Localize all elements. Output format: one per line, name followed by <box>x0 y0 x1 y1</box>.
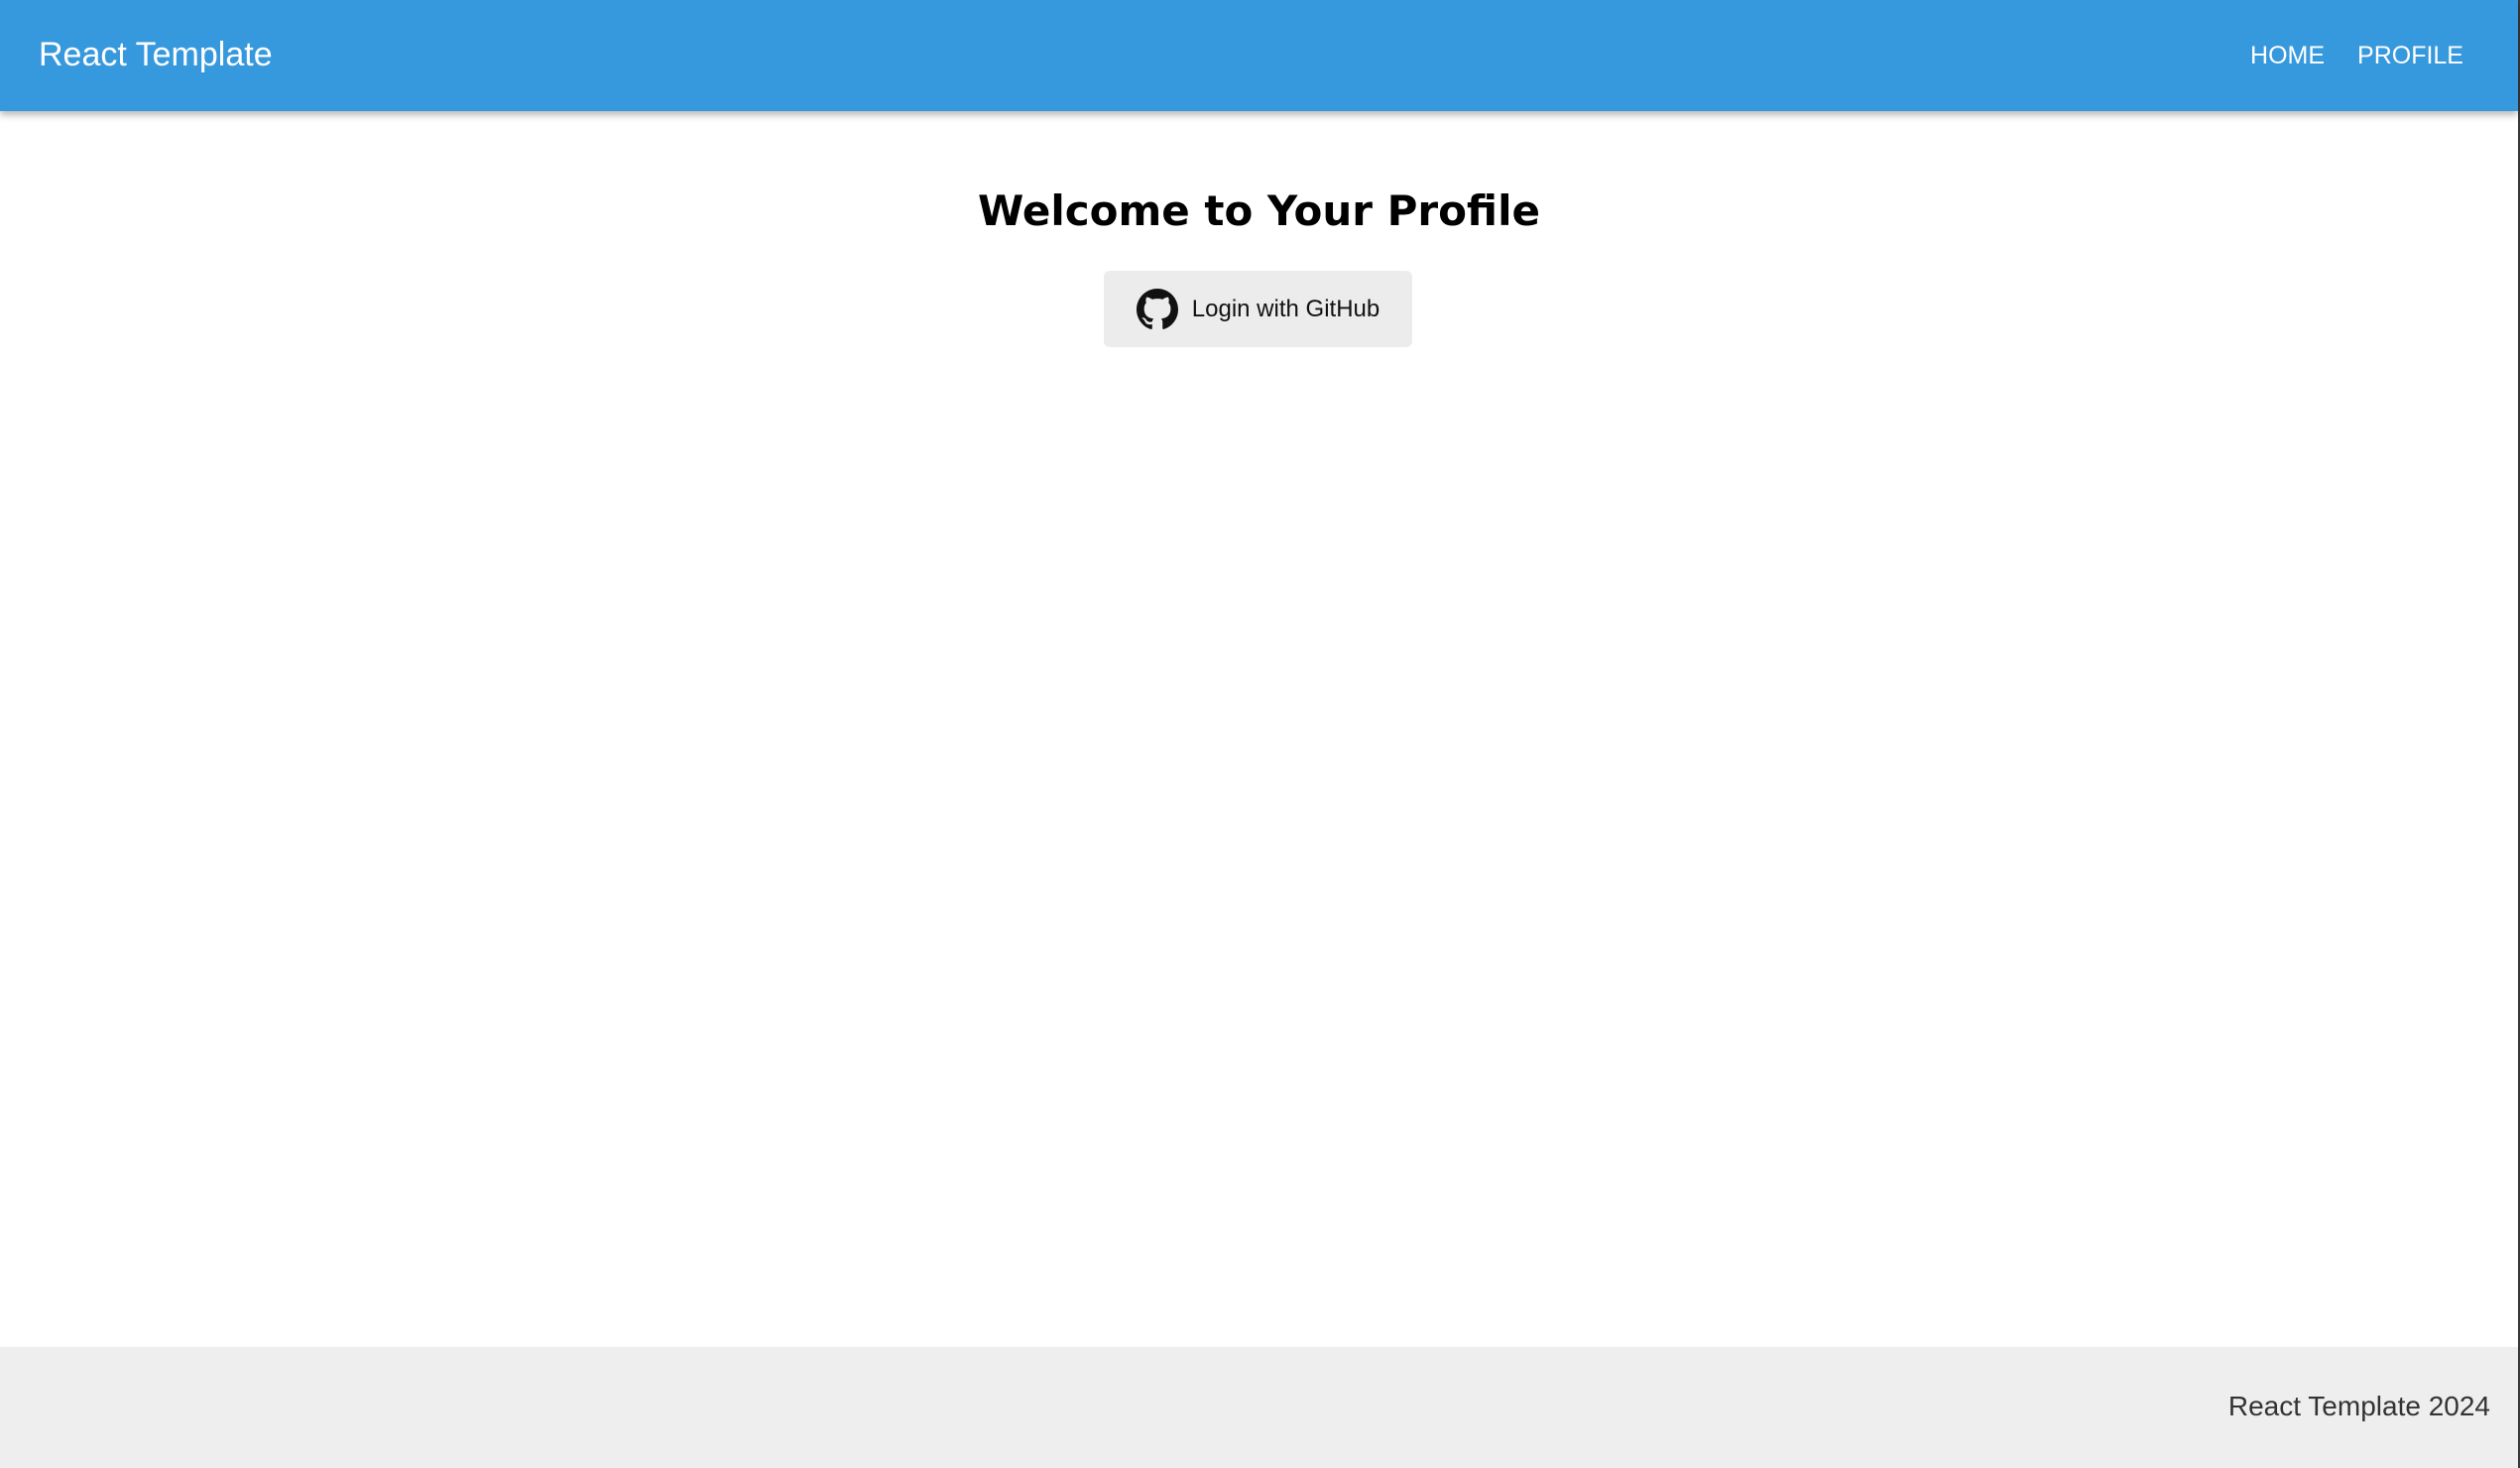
app-page: React Template HOME PROFILE Welcome to Y… <box>0 0 2520 1468</box>
nav-home-link[interactable]: HOME <box>2250 36 2325 75</box>
profile-main-content: Welcome to Your Profile Login with GitHu… <box>0 111 2518 1347</box>
top-app-bar: React Template HOME PROFILE <box>0 0 2518 111</box>
page-footer: React Template 2024 <box>0 1347 2518 1468</box>
github-login-label: Login with GitHub <box>1191 295 1380 322</box>
footer-copyright-text: React Template 2024 <box>2227 1391 2490 1421</box>
nav-profile-link[interactable]: PROFILE <box>2357 36 2463 75</box>
app-title[interactable]: React Template <box>39 34 273 75</box>
github-login-button[interactable]: Login with GitHub <box>1104 271 1412 347</box>
main-navigation: HOME PROFILE <box>2250 36 2463 75</box>
github-icon <box>1136 288 1178 329</box>
welcome-heading: Welcome to Your Profile <box>978 186 1540 235</box>
